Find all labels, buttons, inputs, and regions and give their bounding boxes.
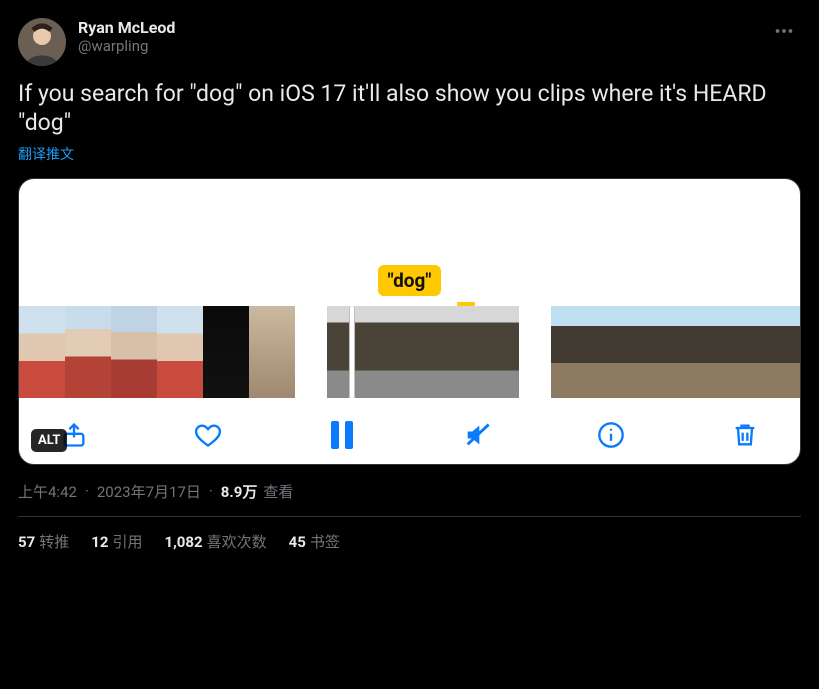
tweet-text: If you search for "dog" on iOS 17 it'll …: [18, 80, 801, 138]
search-tag: "dog": [378, 265, 442, 296]
mute-icon[interactable]: [462, 420, 492, 450]
stat-count: 57: [18, 533, 35, 551]
stat-retweets[interactable]: 57转推: [18, 531, 69, 552]
stat-count: 12: [91, 533, 108, 551]
thumbnail: [111, 306, 157, 398]
thumbnail: [157, 306, 203, 398]
thumbnail: [65, 306, 111, 398]
display-name: Ryan McLeod: [78, 18, 755, 37]
tweet-stats: 57转推 12引用 1,082 喜欢次数 45书签: [18, 517, 801, 566]
separator: ·: [85, 482, 89, 500]
views-label[interactable]: 查看: [263, 481, 293, 502]
thumbnail: [355, 306, 425, 398]
search-tag-row: "dog": [19, 265, 800, 306]
stat-count: 45: [289, 533, 306, 551]
media-action-bar: [19, 398, 800, 464]
separator: ·: [209, 482, 213, 500]
stat-bookmarks[interactable]: 45书签: [289, 531, 340, 552]
stat-label: 引用: [112, 533, 142, 551]
thumbnail: [19, 306, 65, 398]
stat-label: 书签: [310, 533, 340, 551]
clip-group-3: [551, 306, 800, 398]
tweet-date[interactable]: 2023年7月17日: [97, 481, 201, 502]
tweet-header: Ryan McLeod @warpling: [18, 18, 801, 66]
author-block[interactable]: Ryan McLeod @warpling: [78, 18, 755, 55]
avatar[interactable]: [18, 18, 66, 66]
media-card[interactable]: "dog": [18, 178, 801, 465]
clip-group-2: [327, 306, 519, 398]
more-icon[interactable]: [767, 18, 801, 49]
tweet-container: Ryan McLeod @warpling If you search for …: [0, 0, 819, 566]
pause-icon[interactable]: [327, 420, 357, 450]
tweet-meta: 上午4:42 · 2023年7月17日 · 8.9万 查看: [18, 481, 801, 517]
thumbnail: [643, 306, 689, 398]
thumbnail: [425, 306, 519, 398]
thumbnail: [689, 306, 735, 398]
stat-count: 1,082: [164, 533, 202, 551]
info-icon[interactable]: [596, 420, 626, 450]
alt-badge[interactable]: ALT: [31, 429, 67, 452]
thumbnail: [551, 306, 597, 398]
stat-label: 转推: [39, 533, 69, 551]
stat-likes[interactable]: 1,082 喜欢次数: [164, 531, 266, 552]
stat-label: 喜欢次数: [207, 533, 267, 551]
tweet-time[interactable]: 上午4:42: [18, 481, 77, 502]
thumbnail: [597, 306, 643, 398]
thumbnail: [203, 306, 249, 398]
thumbnail: [327, 306, 349, 398]
media-top-space: [19, 179, 800, 265]
views-count: 8.9万: [221, 481, 258, 502]
clip-group-1: [19, 306, 295, 398]
playhead-icon[interactable]: [350, 306, 354, 398]
translate-link[interactable]: 翻译推文: [18, 144, 74, 164]
thumbnail: [735, 306, 781, 398]
thumbnail: [781, 306, 800, 398]
handle: @warpling: [78, 37, 755, 55]
trash-icon[interactable]: [730, 420, 760, 450]
thumbnail: [249, 306, 295, 398]
stat-quotes[interactable]: 12引用: [91, 531, 142, 552]
video-scrubber-strip[interactable]: [19, 306, 800, 398]
heart-icon[interactable]: [193, 420, 223, 450]
